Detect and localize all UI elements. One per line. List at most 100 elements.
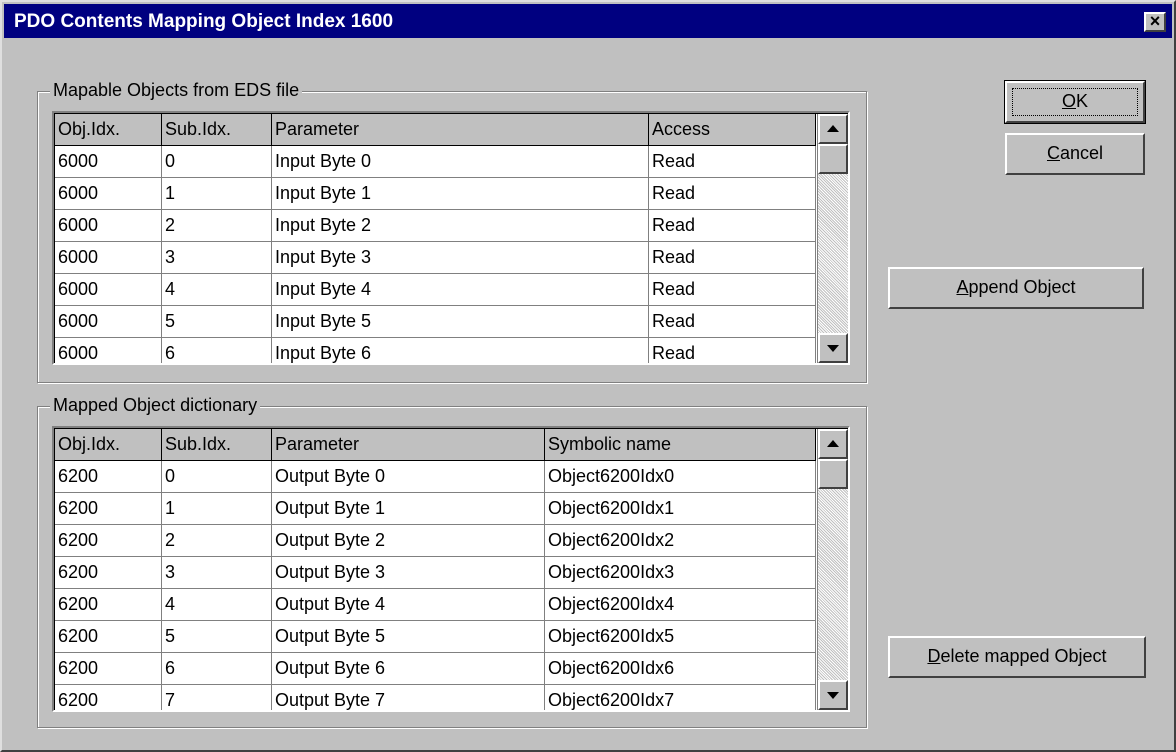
- table-cell: Output Byte 5: [272, 621, 545, 653]
- scroll-down-button[interactable]: [818, 333, 848, 363]
- table-cell: 5: [162, 621, 272, 653]
- mapped-vertical-scrollbar[interactable]: [817, 429, 848, 710]
- table-cell: Output Byte 4: [272, 589, 545, 621]
- close-icon: ×: [1149, 11, 1161, 31]
- table-cell: 6200: [55, 493, 162, 525]
- scroll-up-button[interactable]: [818, 114, 848, 144]
- table-cell: 6200: [55, 653, 162, 685]
- table-cell: 6: [162, 338, 272, 363]
- table-cell: Object6200Idx7: [545, 685, 816, 710]
- window-title: PDO Contents Mapping Object Index 1600: [14, 11, 394, 32]
- table-cell: Read: [649, 210, 816, 242]
- table-cell: Output Byte 3: [272, 557, 545, 589]
- arrow-up-icon: [827, 125, 839, 132]
- table-cell: Object6200Idx5: [545, 621, 816, 653]
- table-row[interactable]: 6000 4 Input Byte 4 Read: [55, 274, 816, 306]
- table-cell: 3: [162, 557, 272, 589]
- table-cell: Read: [649, 242, 816, 274]
- append-accel: A: [956, 277, 969, 297]
- table-cell: Read: [649, 338, 816, 363]
- title-bar[interactable]: PDO Contents Mapping Object Index 1600 ×: [4, 4, 1172, 38]
- table-row[interactable]: 6000 6 Input Byte 6 Read: [55, 338, 816, 363]
- ok-button[interactable]: OK: [1004, 80, 1146, 124]
- delete-label: elete mapped Object: [940, 646, 1107, 666]
- table-cell: 0: [162, 146, 272, 178]
- cancel-accel: C: [1046, 143, 1060, 163]
- cancel-button[interactable]: Cancel: [1005, 133, 1145, 175]
- table-cell: Read: [649, 178, 816, 210]
- table-cell: Object6200Idx3: [545, 557, 816, 589]
- table-cell: 6000: [55, 338, 162, 363]
- arrow-down-icon: [827, 692, 839, 699]
- mapable-objects-group: Mapable Objects from EDS file Obj.Idx. S…: [37, 80, 867, 383]
- close-button[interactable]: ×: [1144, 12, 1166, 32]
- table-cell: Object6200Idx4: [545, 589, 816, 621]
- delete-mapped-object-button[interactable]: Delete mapped Object: [888, 636, 1146, 678]
- column-header-symbolic-name[interactable]: Symbolic name: [545, 429, 816, 461]
- arrow-down-icon: [827, 345, 839, 352]
- table-row[interactable]: 6000 3 Input Byte 3 Read: [55, 242, 816, 274]
- grid-header-row: Obj.Idx. Sub.Idx. Parameter Symbolic nam…: [55, 429, 816, 461]
- mapable-vertical-scrollbar[interactable]: [817, 114, 848, 363]
- table-cell: 6200: [55, 589, 162, 621]
- table-cell: 6000: [55, 242, 162, 274]
- table-row[interactable]: 6200 6 Output Byte 6 Object6200Idx6: [55, 653, 816, 685]
- scroll-thumb[interactable]: [818, 459, 848, 489]
- table-cell: 1: [162, 178, 272, 210]
- table-cell: 2: [162, 525, 272, 557]
- table-row[interactable]: 6200 2 Output Byte 2 Object6200Idx2: [55, 525, 816, 557]
- table-cell: 6: [162, 653, 272, 685]
- column-header-obj-idx[interactable]: Obj.Idx.: [55, 429, 162, 461]
- table-row[interactable]: 6000 0 Input Byte 0 Read: [55, 146, 816, 178]
- table-cell: 1: [162, 493, 272, 525]
- table-row[interactable]: 6000 5 Input Byte 5 Read: [55, 306, 816, 338]
- grid-header-row: Obj.Idx. Sub.Idx. Parameter Access: [55, 114, 816, 146]
- column-header-parameter[interactable]: Parameter: [272, 429, 545, 461]
- table-row[interactable]: 6000 1 Input Byte 1 Read: [55, 178, 816, 210]
- table-cell: 6200: [55, 461, 162, 493]
- table-cell: 6000: [55, 178, 162, 210]
- append-object-button[interactable]: Append Object: [888, 267, 1144, 309]
- table-cell: Input Byte 0: [272, 146, 649, 178]
- table-row[interactable]: 6200 1 Output Byte 1 Object6200Idx1: [55, 493, 816, 525]
- scroll-down-button[interactable]: [818, 680, 848, 710]
- table-cell: Output Byte 2: [272, 525, 545, 557]
- table-cell: Object6200Idx0: [545, 461, 816, 493]
- column-header-obj-idx[interactable]: Obj.Idx.: [55, 114, 162, 146]
- table-row[interactable]: 6200 3 Output Byte 3 Object6200Idx3: [55, 557, 816, 589]
- append-label: ppend Object: [968, 277, 1076, 297]
- table-cell: Read: [649, 306, 816, 338]
- mapped-objects-group-label: Mapped Object dictionary: [50, 395, 261, 416]
- table-row[interactable]: 6200 5 Output Byte 5 Object6200Idx5: [55, 621, 816, 653]
- table-cell: 2: [162, 210, 272, 242]
- table-cell: 3: [162, 242, 272, 274]
- column-header-parameter[interactable]: Parameter: [272, 114, 649, 146]
- cancel-label: ancel: [1059, 143, 1104, 163]
- table-row[interactable]: 6000 2 Input Byte 2 Read: [55, 210, 816, 242]
- dialog-window: PDO Contents Mapping Object Index 1600 ×…: [0, 0, 1176, 752]
- table-row[interactable]: 6200 0 Output Byte 0 Object6200Idx0: [55, 461, 816, 493]
- table-cell: Input Byte 2: [272, 210, 649, 242]
- mapable-objects-group-label: Mapable Objects from EDS file: [50, 80, 303, 101]
- mapable-objects-grid[interactable]: Obj.Idx. Sub.Idx. Parameter Access 6000 0…: [52, 111, 850, 365]
- table-cell: 6200: [55, 685, 162, 710]
- scroll-up-button[interactable]: [818, 429, 848, 459]
- table-cell: 6000: [55, 274, 162, 306]
- column-header-sub-idx[interactable]: Sub.Idx.: [162, 429, 272, 461]
- column-header-sub-idx[interactable]: Sub.Idx.: [162, 114, 272, 146]
- table-cell: Object6200Idx2: [545, 525, 816, 557]
- table-cell: 6200: [55, 525, 162, 557]
- scroll-thumb[interactable]: [818, 144, 848, 174]
- mapped-objects-grid[interactable]: Obj.Idx. Sub.Idx. Parameter Symbolic nam…: [52, 426, 850, 712]
- table-row[interactable]: 6200 4 Output Byte 4 Object6200Idx4: [55, 589, 816, 621]
- table-cell: 7: [162, 685, 272, 710]
- table-cell: Output Byte 0: [272, 461, 545, 493]
- table-cell: Input Byte 4: [272, 274, 649, 306]
- mapped-objects-group: Mapped Object dictionary Obj.Idx. Sub.Id…: [37, 395, 867, 728]
- table-cell: 6200: [55, 621, 162, 653]
- table-row[interactable]: 6200 7 Output Byte 7 Object6200Idx7: [55, 685, 816, 710]
- focus-ring: [1012, 88, 1138, 116]
- table-cell: Output Byte 6: [272, 653, 545, 685]
- table-cell: 6000: [55, 146, 162, 178]
- column-header-access[interactable]: Access: [649, 114, 816, 146]
